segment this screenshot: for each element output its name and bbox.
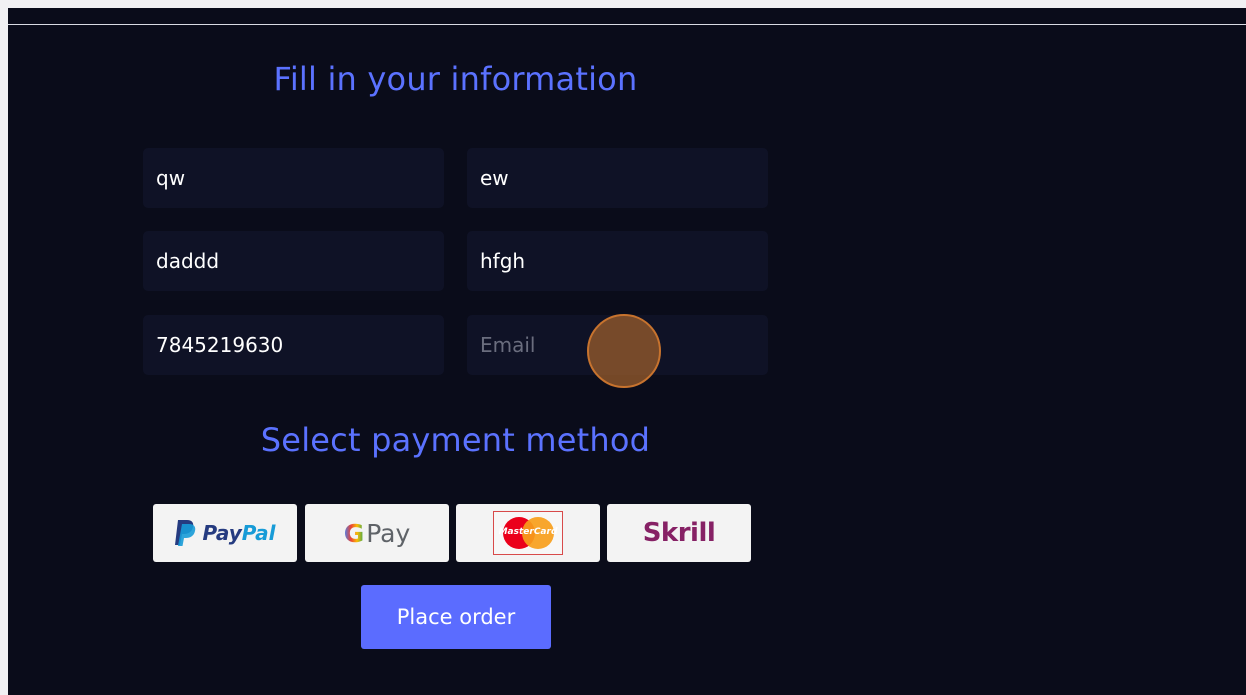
paypal-logo-text: PayPal bbox=[202, 521, 276, 545]
google-pay-icon: G Pay bbox=[343, 518, 411, 548]
email-input[interactable] bbox=[480, 333, 755, 357]
google-pay-button[interactable]: G Pay bbox=[305, 504, 449, 562]
paypal-icon bbox=[175, 520, 196, 546]
skrill-button[interactable]: Skrill bbox=[607, 504, 751, 562]
address-field[interactable] bbox=[143, 231, 444, 291]
last-name-field[interactable] bbox=[467, 148, 768, 208]
payment-heading: Select payment method bbox=[260, 421, 651, 459]
phone-field[interactable] bbox=[143, 315, 444, 375]
address-input[interactable] bbox=[156, 249, 431, 273]
email-field[interactable] bbox=[467, 315, 768, 375]
checkout-page: Fill in your information Select payment … bbox=[8, 8, 1246, 695]
city-field[interactable] bbox=[467, 231, 768, 291]
skrill-icon: Skrill bbox=[642, 518, 716, 548]
phone-input[interactable] bbox=[156, 333, 431, 357]
place-order-button[interactable]: Place order bbox=[361, 585, 551, 649]
city-input[interactable] bbox=[480, 249, 755, 273]
first-name-field[interactable] bbox=[143, 148, 444, 208]
mastercard-button[interactable]: MasterCard bbox=[456, 504, 600, 562]
info-heading: Fill in your information bbox=[273, 60, 638, 98]
last-name-input[interactable] bbox=[480, 166, 755, 190]
header-divider bbox=[8, 24, 1246, 25]
mastercard-icon: MasterCard bbox=[493, 511, 563, 555]
paypal-button[interactable]: PayPal bbox=[153, 504, 297, 562]
first-name-input[interactable] bbox=[156, 166, 431, 190]
